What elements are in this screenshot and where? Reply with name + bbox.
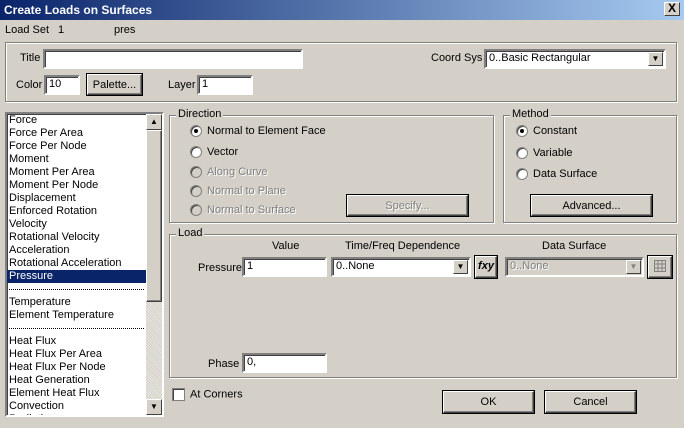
specify-label: Specify...: [385, 200, 430, 212]
list-item[interactable]: Displacement: [7, 192, 146, 205]
close-icon: X: [667, 1, 676, 15]
list-item[interactable]: Heat Flux: [7, 335, 146, 348]
list-item[interactable]: Heat Flux Per Area: [7, 348, 146, 361]
at-corners-label: At Corners: [190, 388, 243, 401]
load-label: Load: [176, 227, 205, 239]
list-scrollbar[interactable]: ▲ ▼: [146, 114, 162, 415]
surface-column-header: Data Surface: [542, 240, 607, 252]
list-item[interactable]: Moment Per Node: [7, 179, 146, 192]
list-item[interactable]: Rotational Velocity: [7, 231, 146, 244]
direction-option-label: Normal to Element Face: [207, 125, 326, 137]
scroll-up-icon[interactable]: ▲: [146, 114, 162, 130]
scroll-down-icon[interactable]: ▼: [146, 399, 162, 415]
list-item[interactable]: Moment Per Area: [7, 166, 146, 179]
method-option[interactable]: Data Surface: [516, 168, 597, 182]
list-separator: [7, 283, 146, 296]
chevron-down-icon[interactable]: ▼: [453, 260, 468, 274]
time-dependence-value: 0..None: [336, 260, 375, 272]
coord-sys-value: 0..Basic Rectangular: [489, 52, 591, 64]
list-item[interactable]: Force Per Node: [7, 140, 146, 153]
close-button[interactable]: X: [664, 2, 680, 16]
layer-label: Layer: [168, 79, 196, 91]
method-option-label: Data Surface: [533, 168, 598, 180]
list-item[interactable]: Rotational Acceleration: [7, 257, 146, 270]
list-item[interactable]: Heat Flux Per Node: [7, 361, 146, 374]
list-item[interactable]: Moment: [7, 153, 146, 166]
palette-button[interactable]: Palette...: [87, 74, 142, 95]
time-column-header: Time/Freq Dependence: [345, 240, 461, 252]
ok-button[interactable]: OK: [443, 391, 534, 413]
time-dependence-select[interactable]: 0..None ▼: [331, 257, 471, 277]
method-option[interactable]: Constant: [516, 125, 577, 139]
pressure-label: Pressure: [198, 262, 243, 274]
list-item[interactable]: Force Per Area: [7, 127, 146, 140]
window-titlebar: Create Loads on Surfaces X: [0, 0, 684, 20]
grid-icon: [654, 260, 666, 272]
direction-option: Normal to Surface: [190, 204, 296, 218]
phase-input[interactable]: 0,: [242, 353, 327, 373]
title-input[interactable]: [43, 49, 303, 69]
direction-option-label: Normal to Plane: [207, 185, 286, 197]
direction-option-label: Along Curve: [207, 166, 268, 178]
list-item[interactable]: Force: [7, 114, 146, 127]
radio-icon[interactable]: [190, 125, 202, 138]
radio-icon: [190, 185, 202, 198]
radio-icon[interactable]: [516, 147, 528, 160]
direction-option: Along Curve: [190, 166, 268, 180]
direction-option-label: Vector: [207, 146, 239, 158]
radio-icon[interactable]: [516, 168, 528, 181]
direction-label: Direction: [176, 108, 224, 120]
chevron-down-icon[interactable]: ▼: [626, 260, 641, 274]
direction-option[interactable]: Vector: [190, 146, 238, 160]
method-label: Method: [510, 108, 551, 120]
title-label: Title: [20, 52, 41, 64]
chevron-down-icon[interactable]: ▼: [648, 52, 663, 66]
data-surface-value: 0..None: [510, 260, 549, 272]
checkbox-icon[interactable]: [172, 388, 185, 401]
scroll-thumb[interactable]: [146, 130, 162, 302]
color-label: Color: [16, 79, 43, 91]
radio-icon: [190, 204, 202, 217]
data-surface-grid-icon[interactable]: [648, 256, 672, 278]
method-option-label: Variable: [533, 147, 573, 159]
data-surface-select[interactable]: 0..None ▼: [505, 257, 644, 277]
function-xy-icon[interactable]: fxy: [475, 256, 497, 278]
list-separator: [7, 322, 146, 335]
direction-option-label: Normal to Surface: [207, 204, 296, 216]
radio-icon[interactable]: [516, 125, 528, 138]
value-column-header: Value: [272, 240, 300, 252]
color-input[interactable]: 10: [44, 75, 80, 95]
list-item[interactable]: Acceleration: [7, 244, 146, 257]
advanced-button[interactable]: Advanced...: [531, 195, 652, 216]
phase-label: Phase: [208, 358, 240, 370]
load-type-items: Force Force Per Area Force Per Node Moment M…: [7, 114, 146, 415]
cancel-button[interactable]: Cancel: [545, 391, 636, 413]
list-item[interactable]: Enforced Rotation: [7, 205, 146, 218]
coord-sys-select[interactable]: 0..Basic Rectangular ▼: [484, 49, 666, 69]
load-set-number: 1: [58, 24, 65, 36]
pressure-input[interactable]: 1: [242, 257, 327, 277]
load-set-label: Load Set: [5, 24, 50, 36]
radio-icon: [190, 166, 202, 179]
load-type-list[interactable]: Force Force Per Area Force Per Node Moment M…: [5, 112, 164, 417]
at-corners-checkbox[interactable]: At Corners: [172, 388, 243, 401]
list-item[interactable]: Radiation: [7, 413, 146, 415]
load-set-name: pres: [114, 24, 136, 36]
method-option[interactable]: Variable: [516, 147, 573, 161]
direction-option[interactable]: Normal to Element Face: [190, 125, 326, 139]
list-item[interactable]: Heat Generation: [7, 374, 146, 387]
window-title: Create Loads on Surfaces: [4, 3, 153, 17]
list-item[interactable]: Pressure: [7, 270, 146, 283]
list-item[interactable]: Convection: [7, 400, 146, 413]
direction-option: Normal to Plane: [190, 185, 286, 199]
method-option-label: Constant: [533, 125, 578, 137]
list-item[interactable]: Velocity: [7, 218, 146, 231]
list-item[interactable]: Element Temperature: [7, 309, 146, 322]
list-item[interactable]: Temperature: [7, 296, 146, 309]
specify-button[interactable]: Specify...: [347, 195, 468, 216]
coord-sys-label: Coord Sys: [431, 52, 483, 64]
radio-icon[interactable]: [190, 146, 202, 159]
list-item[interactable]: Element Heat Flux: [7, 387, 146, 400]
layer-input[interactable]: 1: [197, 75, 253, 95]
